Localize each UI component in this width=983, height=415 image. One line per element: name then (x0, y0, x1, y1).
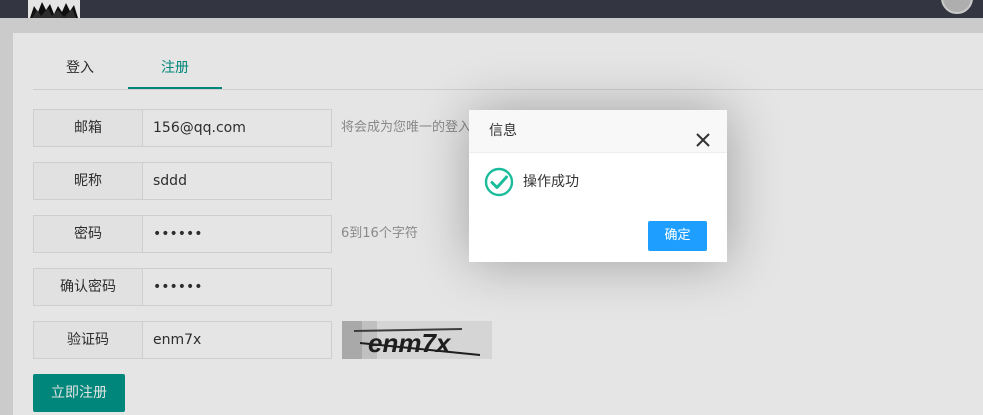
dialog-header: 信息 (469, 110, 727, 153)
dialog-title: 信息 (489, 123, 517, 139)
check-circle-icon (484, 167, 514, 197)
info-dialog: 信息 操作成功 确定 (469, 110, 727, 262)
confirm-button[interactable]: 确定 (648, 221, 707, 251)
dialog-message: 操作成功 (523, 174, 579, 190)
close-icon[interactable] (695, 123, 711, 147)
